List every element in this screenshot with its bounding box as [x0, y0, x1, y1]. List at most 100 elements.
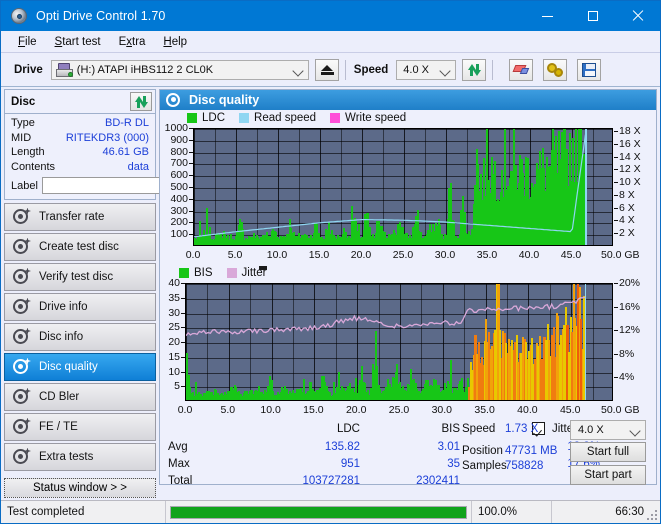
x-axis-tick-label: 50.0 GB — [601, 404, 640, 416]
status-window-button[interactable]: Status window > > — [4, 478, 156, 498]
chart-plot — [193, 128, 613, 246]
y-axis-tick — [189, 198, 193, 200]
test-speed-select[interactable]: 4.0 X — [570, 420, 646, 440]
y-axis-tick-label: 900 — [170, 133, 188, 146]
y-axis-tick-label: 1000 — [164, 122, 188, 134]
y-axis-tick-label: 25 — [168, 321, 180, 334]
menu-extra[interactable]: Extra — [110, 34, 155, 50]
x-axis-tick-label: 20.0 — [350, 249, 372, 261]
y-axis-tick — [181, 283, 185, 284]
disc-row-key: MID — [11, 131, 32, 144]
y2-axis-tick — [614, 169, 618, 171]
x-axis-tick-label: 50.0 GB — [601, 249, 640, 261]
settings-button[interactable] — [543, 58, 568, 81]
elapsed-time: 66:30 — [615, 506, 644, 518]
minimize-button[interactable] — [525, 1, 570, 31]
app-window: Opti Drive Control 1.70 FFileile Start t… — [0, 0, 661, 524]
sidebar-item-disc-quality[interactable]: Disc quality — [4, 353, 156, 381]
disc-panel-header: Disc — [5, 90, 155, 114]
y-axis-tick — [189, 175, 193, 177]
y-axis-tick — [189, 187, 193, 188]
content-area: Disc Type BD-R DL MID RITEKDR3 (000) Len… — [1, 87, 660, 498]
legend-swatch — [330, 113, 341, 123]
y-axis-tick-label: 35 — [168, 291, 180, 304]
y2-axis-tick-label: 10 X — [619, 176, 641, 189]
close-button[interactable] — [615, 1, 660, 31]
y-axis-tick-label: 5 — [174, 380, 180, 393]
window-controls — [525, 1, 660, 31]
sidebar-item-disc-info[interactable]: Disc info — [4, 323, 156, 351]
y2-axis-tick-label: 4% — [619, 371, 635, 384]
speed-select[interactable]: 4.0 X — [396, 59, 457, 80]
y2-axis-tick — [614, 353, 618, 355]
eject-button[interactable] — [314, 58, 339, 81]
disc-label-row: Label — [5, 174, 247, 198]
y2-axis-tick-label: 4 X — [619, 214, 635, 227]
maximize-button[interactable] — [570, 1, 615, 31]
disc-quality-panel: Disc quality LDC Read speed Write speed 100… — [159, 89, 657, 487]
drive-icon — [55, 62, 73, 77]
y2-axis-tick — [614, 306, 618, 308]
legend-swatch — [239, 113, 250, 123]
sidebar-item-cd-bler[interactable]: CD Bler — [4, 383, 156, 411]
disc-refresh-button[interactable] — [130, 92, 152, 111]
chart-legend: BIS Jitter — [179, 267, 266, 279]
disc-icon — [13, 207, 31, 226]
sidebar-item-label: Transfer rate — [39, 211, 105, 223]
chart-legend: LDC Read speed Write speed — [187, 112, 406, 124]
menu-start-test[interactable]: Start test — [46, 34, 110, 50]
sidebar-item-verify-test-disc[interactable]: Verify test disc — [4, 263, 156, 291]
disc-panel-title: Disc — [11, 95, 36, 108]
disc-row-length: Length 46.61 GB — [5, 145, 155, 160]
erase-button[interactable] — [509, 58, 534, 81]
y2-axis-tick — [614, 156, 618, 158]
start-part-button[interactable]: Start part — [570, 465, 646, 485]
y-axis-tick-label: 300 — [170, 204, 188, 217]
y-axis-tick-label: 40 — [168, 277, 180, 289]
disc-label-key: Label — [11, 179, 38, 192]
sidebar-item-drive-info[interactable]: Drive info — [4, 293, 156, 321]
progress-percent: 100.0% — [472, 501, 552, 523]
title-bar: Opti Drive Control 1.70 — [1, 1, 660, 31]
disc-icon — [13, 357, 31, 376]
x-axis-tick-label: 10.0 — [260, 404, 281, 416]
main-panel: Disc quality LDC Read speed Write speed 100… — [159, 87, 660, 487]
y-axis-tick — [181, 386, 185, 388]
sidebar-item-fe-te[interactable]: FE / TE — [4, 413, 156, 441]
y2-axis-tick-label: 16 X — [619, 137, 641, 150]
y2-axis-tick — [614, 131, 618, 133]
speed-label: Speed — [353, 63, 389, 76]
menu-file[interactable]: FFileile — [9, 34, 46, 50]
disc-row-value: BD-R DL — [104, 117, 149, 129]
speed-select-value: 4.0 X — [403, 63, 429, 76]
panel-header: Disc quality — [160, 90, 656, 110]
menu-help[interactable]: Help — [154, 34, 196, 50]
jitter-marker — [259, 266, 267, 270]
disc-row-value: data — [127, 160, 149, 173]
sidebar-item-create-test-disc[interactable]: Create test disc — [4, 233, 156, 261]
chevron-down-icon — [629, 425, 641, 437]
data-end-marker — [585, 129, 587, 245]
sidebar-item-extra-tests[interactable]: Extra tests — [4, 443, 156, 471]
x-axis-tick-label: 10.0 — [266, 249, 288, 261]
resize-grip[interactable] — [647, 510, 657, 520]
samples-stat-value: 758828 — [505, 460, 544, 472]
start-full-button[interactable]: Start full — [570, 442, 646, 462]
y2-axis-tick — [614, 220, 618, 222]
y-axis-tick — [181, 356, 185, 358]
sidebar-item-transfer-rate[interactable]: Transfer rate — [4, 203, 156, 231]
y2-axis-tick — [614, 233, 618, 235]
save-button[interactable] — [577, 58, 602, 81]
x-axis-tick-label: 5.0 — [220, 404, 236, 416]
y2-axis-tick-label: 8% — [619, 347, 635, 360]
y2-axis-tick-label: 16% — [619, 300, 641, 313]
disc-row-type: Type BD-R DL — [5, 116, 155, 131]
ldc-chart[interactable]: LDC Read speed Write speed 100 200 300 400 500 6… — [160, 110, 656, 265]
stats-header-bis: BIS — [441, 423, 460, 435]
bis-jitter-chart[interactable]: BIS Jitter 5 10 15 20 25 30 35 40 4% 8% 12% 16% 20% 0.0… — [160, 265, 656, 420]
drive-select[interactable]: (H:) ATAPI iHBS112 2 CL0K — [50, 59, 309, 80]
disc-row-key: Contents — [11, 160, 56, 173]
disc-icon — [10, 7, 28, 25]
x-axis-tick-label: 20.0 — [345, 404, 367, 416]
refresh-button[interactable] — [462, 58, 487, 81]
